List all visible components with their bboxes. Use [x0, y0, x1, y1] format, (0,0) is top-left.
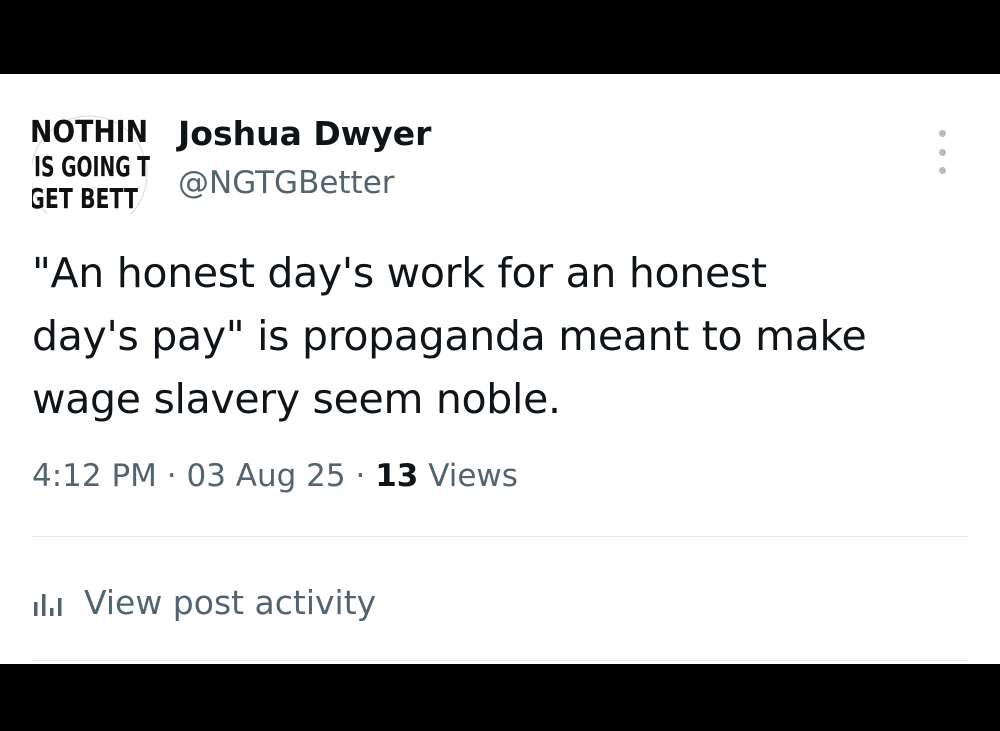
post-date[interactable]: 03 Aug 25	[187, 458, 346, 494]
bar-chart-icon	[34, 594, 62, 616]
post-text: "An honest day's work for an honest day'…	[32, 242, 972, 431]
author-name[interactable]: Joshua Dwyer	[178, 114, 431, 154]
view-post-activity-label: View post activity	[84, 582, 377, 622]
post-text-line: wage slavery seem noble.	[32, 375, 561, 423]
svg-text:GET BETT: GET BETT	[32, 182, 138, 214]
views-label: Views	[428, 458, 518, 494]
post-text-line: day's pay" is propaganda meant to make	[32, 312, 867, 360]
meta-separator: ·	[166, 458, 177, 494]
meta-separator: ·	[355, 458, 366, 494]
divider	[32, 660, 968, 661]
avatar-logo: NOTHIN IS GOING T GET BETT	[32, 114, 150, 214]
svg-text:NOTHIN: NOTHIN	[32, 115, 148, 150]
dot	[938, 148, 946, 156]
dot	[938, 130, 946, 137]
divider	[32, 536, 968, 537]
post-text-line: "An honest day's work for an honest	[32, 249, 767, 297]
post-meta: 4:12 PM · 03 Aug 25 · 13 Views	[32, 456, 518, 496]
post-time[interactable]: 4:12 PM	[32, 458, 157, 494]
avatar[interactable]: NOTHIN IS GOING T GET BETT	[32, 114, 150, 214]
author-handle[interactable]: @NGTGBetter	[178, 164, 395, 202]
post-card: NOTHIN IS GOING T GET BETT Joshua Dwyer …	[0, 74, 1000, 664]
dot	[938, 167, 946, 174]
more-options-icon[interactable]	[928, 130, 956, 174]
views-count: 13	[375, 458, 419, 494]
svg-text:IS GOING T: IS GOING T	[34, 150, 150, 183]
screenshot-frame: NOTHIN IS GOING T GET BETT Joshua Dwyer …	[0, 0, 1000, 731]
view-post-activity-button[interactable]: View post activity	[32, 580, 376, 624]
